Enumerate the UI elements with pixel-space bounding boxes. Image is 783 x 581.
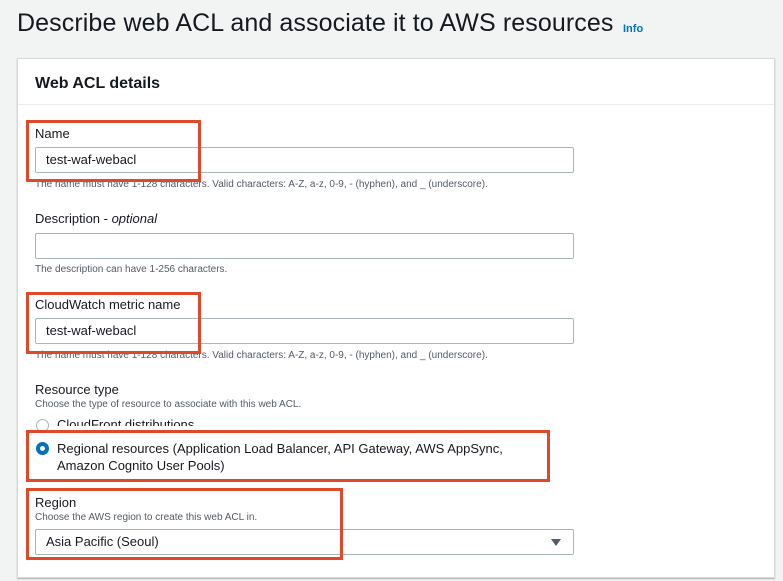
region-select-value: Asia Pacific (Seoul) (46, 534, 159, 549)
region-label: Region (35, 495, 77, 510)
resource-type-label: Resource type (35, 382, 119, 397)
resource-type-hint: Choose the type of resource to associate… (35, 399, 302, 410)
regional-resources-radio-label[interactable]: Regional resources (Application Load Bal… (57, 440, 537, 474)
cloudfront-radio[interactable] (36, 419, 49, 432)
caret-down-icon (551, 539, 561, 546)
regional-resources-radio[interactable] (36, 442, 49, 455)
page-title: Describe web ACL and associate it to AWS… (17, 9, 614, 37)
panel-title: Web ACL details (35, 75, 161, 92)
description-input[interactable] (35, 233, 574, 259)
description-label: Description - optional (35, 211, 157, 226)
region-hint: Choose the AWS region to create this web… (35, 512, 258, 523)
description-optional-text: optional (111, 211, 158, 226)
panel-header: Web ACL details (18, 59, 774, 105)
name-input[interactable]: test-waf-webacl (35, 147, 574, 173)
web-acl-details-panel: Web ACL details Name test-waf-webacl The… (17, 58, 775, 578)
metric-name-input[interactable]: test-waf-webacl (35, 318, 574, 344)
name-hint: The name must have 1-128 characters. Val… (35, 179, 488, 190)
name-label: Name (35, 126, 70, 141)
metric-name-hint: The name must have 1-128 characters. Val… (35, 350, 488, 361)
region-select[interactable]: Asia Pacific (Seoul) (35, 529, 574, 555)
metric-name-label: CloudWatch metric name (35, 297, 181, 312)
cloudfront-radio-label[interactable]: CloudFront distributions (57, 416, 557, 426)
description-hint: The description can have 1-256 character… (35, 264, 228, 275)
description-label-text: Description - (35, 211, 112, 226)
info-link[interactable]: Info (623, 23, 643, 35)
